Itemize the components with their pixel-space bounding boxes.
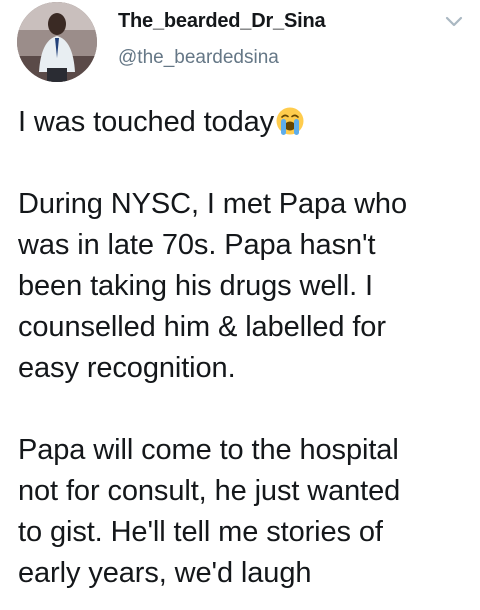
tweet-line: been taking his drugs well. I — [18, 270, 373, 302]
tweet-card: The_bearded_Dr_Sina @the_beardedsina I w… — [0, 0, 480, 610]
tweet-line-text: I was touched today — [18, 106, 275, 138]
tweet-line: easy recognition. — [18, 352, 236, 384]
user-handle[interactable]: @the_beardedsina — [118, 47, 279, 69]
tweet-line: During NYSC, I met Papa who — [18, 188, 407, 220]
display-name[interactable]: The_bearded_Dr_Sina — [118, 10, 326, 33]
tweet-text: I was touched today During NYSC, I met P… — [18, 102, 473, 594]
profile-photo-icon — [17, 2, 97, 82]
chevron-down-icon[interactable] — [443, 10, 465, 32]
tweet-line: counselled him & labelled for — [18, 311, 386, 343]
tweet-line: early years, we'd laugh — [18, 557, 312, 589]
loudly-crying-face-icon — [275, 106, 305, 136]
tweet-header: The_bearded_Dr_Sina @the_beardedsina — [0, 0, 480, 84]
tweet-line: Papa will come to the hospital — [18, 434, 399, 466]
tweet-line: I was touched today — [18, 102, 473, 143]
tweet-line: to gist. He'll tell me stories of — [18, 516, 383, 548]
avatar[interactable] — [17, 2, 97, 82]
tweet-line: was in late 70s. Papa hasn't — [18, 229, 376, 261]
tweet-line: not for consult, he just wanted — [18, 475, 401, 507]
